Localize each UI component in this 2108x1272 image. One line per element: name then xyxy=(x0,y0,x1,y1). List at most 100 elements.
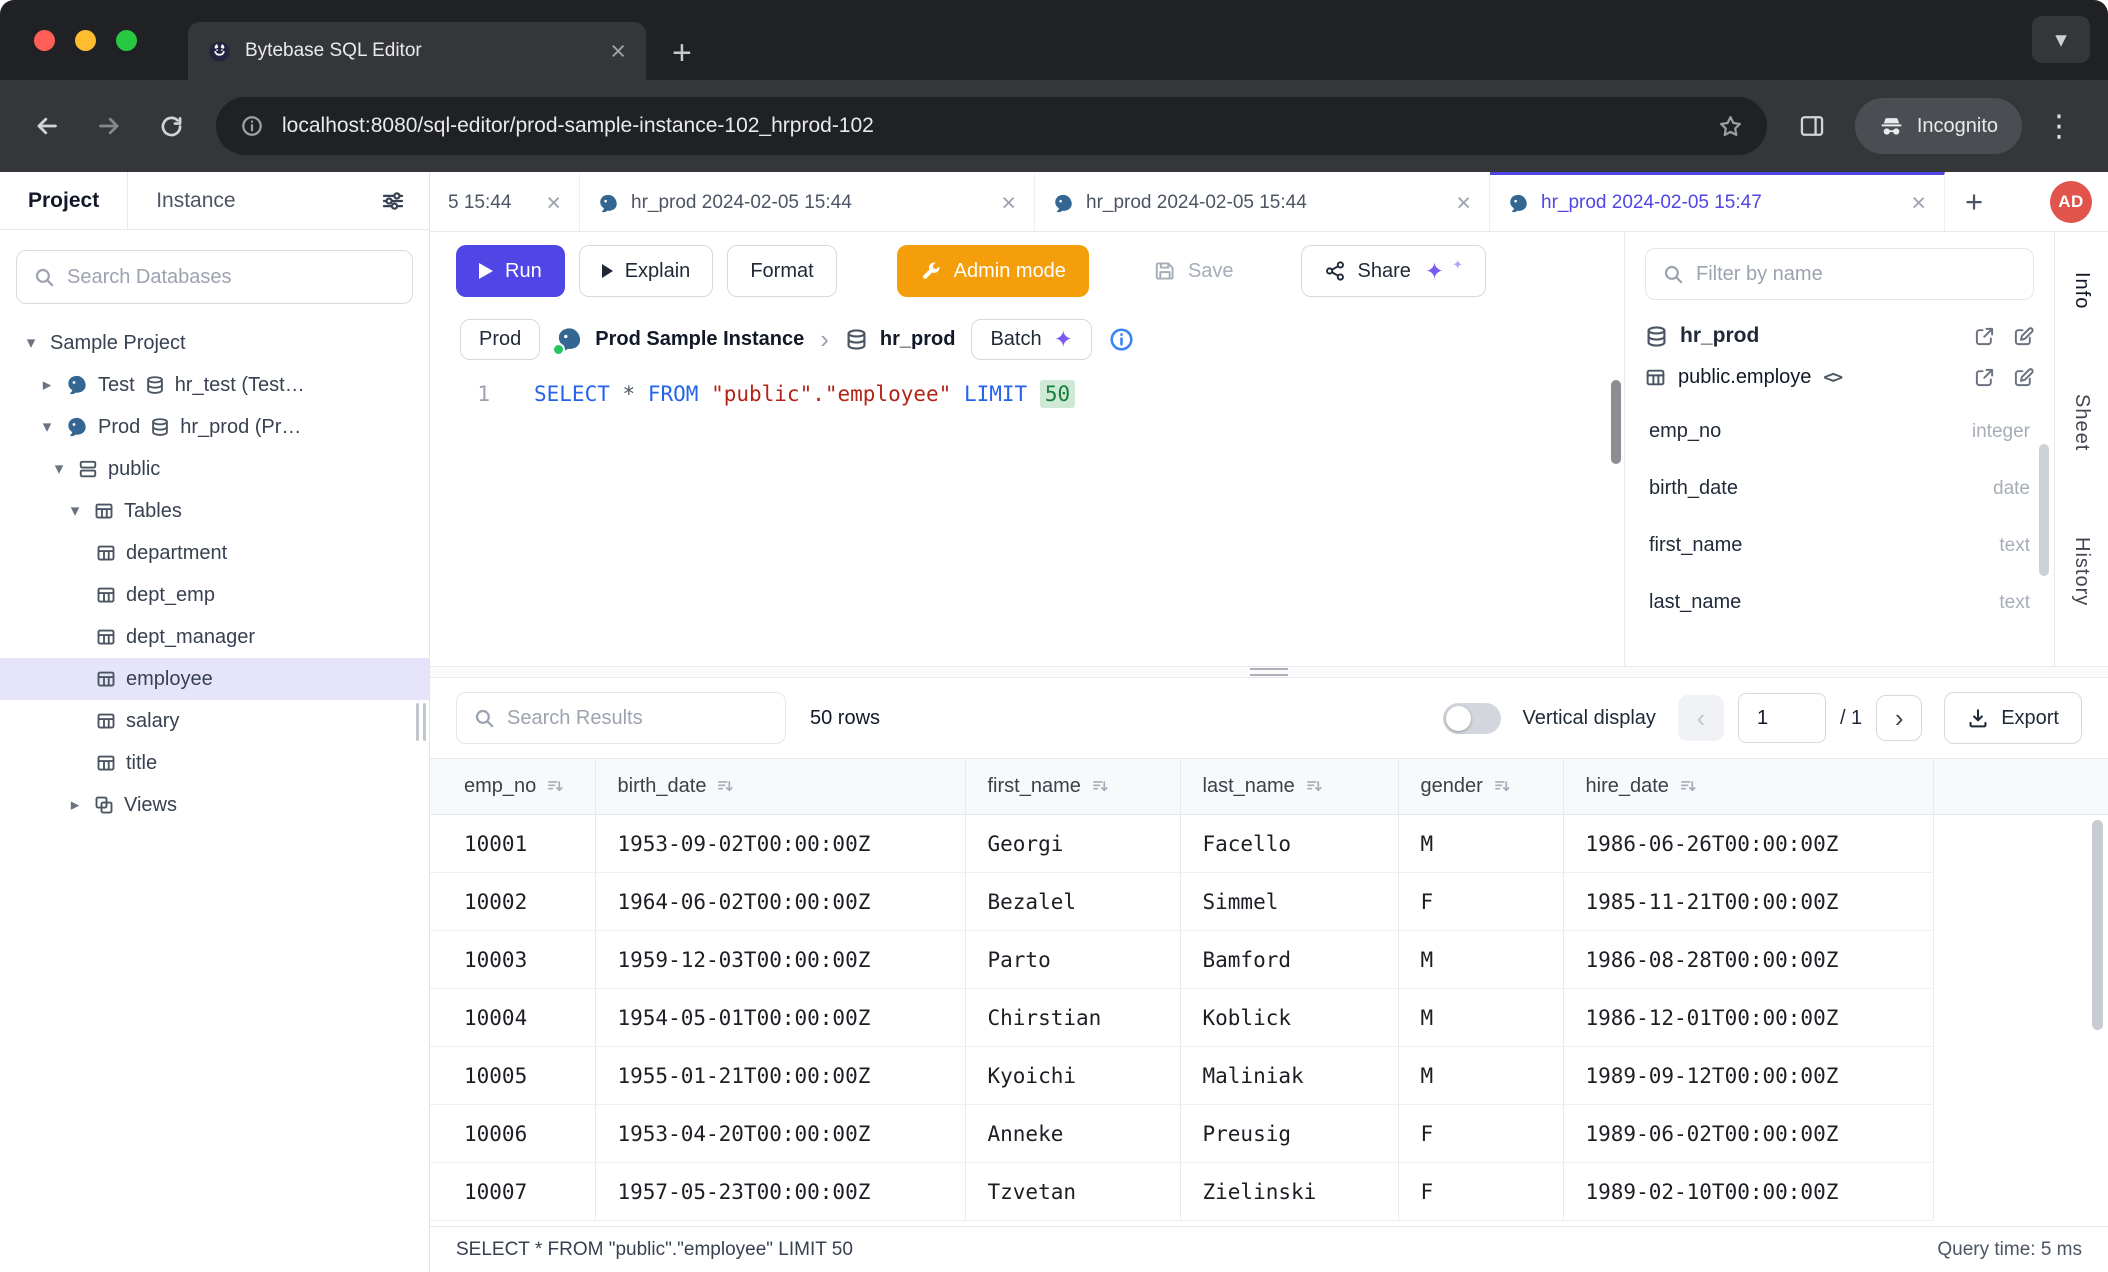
cell-last_name[interactable]: Bamford xyxy=(1180,931,1398,989)
cell-emp_no[interactable]: 10004 xyxy=(430,989,595,1047)
info-icon[interactable] xyxy=(1108,326,1135,353)
environment-chip[interactable]: Prod xyxy=(460,319,540,360)
save-button[interactable]: Save xyxy=(1131,245,1257,297)
sort-icon[interactable] xyxy=(1091,777,1109,795)
vertical-display-toggle[interactable] xyxy=(1443,703,1501,734)
window-zoom-button[interactable] xyxy=(116,30,137,51)
close-tab-icon[interactable]: × xyxy=(610,38,626,65)
cell-emp_no[interactable]: 10003 xyxy=(430,931,595,989)
tab-history[interactable]: History xyxy=(2070,537,2093,606)
tree-item-table-dept-emp[interactable]: dept_emp xyxy=(0,574,429,616)
cell-birth_date[interactable]: 1959-12-03T00:00:00Z xyxy=(595,931,965,989)
browser-tab[interactable]: Bytebase SQL Editor × xyxy=(188,22,646,80)
sort-icon[interactable] xyxy=(1679,777,1697,795)
cell-emp_no[interactable]: 10006 xyxy=(430,1105,595,1163)
window-close-button[interactable] xyxy=(34,30,55,51)
column-row[interactable]: emp_no integer xyxy=(1645,403,2034,460)
sort-icon[interactable] xyxy=(1305,777,1323,795)
tree-item-tables-group[interactable]: ▾ Tables xyxy=(0,490,429,532)
forward-button[interactable] xyxy=(82,99,136,153)
bookmark-star-icon[interactable] xyxy=(1718,114,1743,139)
cell-first_name[interactable]: Bezalel xyxy=(965,873,1180,931)
external-link-icon[interactable] xyxy=(1974,326,1995,347)
cell-last_name[interactable]: Zielinski xyxy=(1180,1163,1398,1221)
page-input[interactable] xyxy=(1738,693,1826,743)
admin-mode-button[interactable]: Admin mode xyxy=(897,245,1089,297)
tree-item-table-title[interactable]: title xyxy=(0,742,429,784)
tab-project[interactable]: Project xyxy=(0,172,128,229)
cell-gender[interactable]: M xyxy=(1398,815,1563,873)
column-row[interactable]: last_name text xyxy=(1645,574,2034,631)
caret-down-icon[interactable]: ▾ xyxy=(38,417,56,437)
filter-settings-icon[interactable] xyxy=(381,172,429,229)
cell-gender[interactable]: M xyxy=(1398,1047,1563,1105)
tab-sheet[interactable]: Sheet xyxy=(2070,394,2093,451)
url-bar[interactable]: localhost:8080/sql-editor/prod-sample-in… xyxy=(216,97,1767,155)
browser-menu-button[interactable]: ⋮ xyxy=(2030,109,2088,144)
edit-icon[interactable] xyxy=(2013,326,2034,347)
column-row[interactable]: first_name text xyxy=(1645,517,2034,574)
results-scrollbar[interactable] xyxy=(2092,820,2103,1030)
edit-icon[interactable] xyxy=(2013,367,2034,388)
cell-gender[interactable]: M xyxy=(1398,931,1563,989)
close-icon[interactable]: × xyxy=(1456,191,1471,216)
instance-breadcrumb[interactable]: Prod Sample Instance xyxy=(556,326,804,353)
close-icon[interactable]: × xyxy=(1911,191,1926,216)
tree-item-views-group[interactable]: ▸ Views xyxy=(0,784,429,826)
tree-item-sample-project[interactable]: ▾ Sample Project xyxy=(0,322,429,364)
tree-item-table-dept-manager[interactable]: dept_manager xyxy=(0,616,429,658)
sheet-tab-4-active[interactable]: hr_prod 2024-02-05 15:47 × xyxy=(1490,172,1945,231)
side-panel-icon[interactable] xyxy=(1785,99,1839,153)
filter-by-name-input[interactable] xyxy=(1696,263,2017,286)
cell-first_name[interactable]: Parto xyxy=(965,931,1180,989)
tree-item-schema-public[interactable]: ▾ public xyxy=(0,448,429,490)
close-icon[interactable]: × xyxy=(1001,191,1016,216)
cell-emp_no[interactable]: 10007 xyxy=(430,1163,595,1221)
tab-instance[interactable]: Instance xyxy=(128,172,263,229)
column-header-emp-no[interactable]: emp_no xyxy=(430,759,595,815)
reload-button[interactable] xyxy=(144,99,198,153)
export-button[interactable]: Export xyxy=(1944,692,2082,744)
tree-item-table-salary[interactable]: salary xyxy=(0,700,429,742)
sheet-tab-2[interactable]: hr_prod 2024-02-05 15:44 × xyxy=(580,172,1035,231)
cell-birth_date[interactable]: 1953-09-02T00:00:00Z xyxy=(595,815,965,873)
external-link-icon[interactable] xyxy=(1974,367,1995,388)
caret-right-icon[interactable]: ▸ xyxy=(38,375,56,395)
cell-last_name[interactable]: Facello xyxy=(1180,815,1398,873)
close-icon[interactable]: × xyxy=(546,191,561,216)
cell-hire_date[interactable]: 1989-09-12T00:00:00Z xyxy=(1563,1047,1933,1105)
column-header-gender[interactable]: gender xyxy=(1398,759,1563,815)
schema-scrollbar[interactable] xyxy=(2039,444,2049,576)
sheet-tab-3[interactable]: hr_prod 2024-02-05 15:44 × xyxy=(1035,172,1490,231)
sidebar-resize-handle[interactable] xyxy=(416,703,426,741)
cell-emp_no[interactable]: 10002 xyxy=(430,873,595,931)
cell-first_name[interactable]: Anneke xyxy=(965,1105,1180,1163)
cell-emp_no[interactable]: 10005 xyxy=(430,1047,595,1105)
next-page-button[interactable]: › xyxy=(1876,695,1922,741)
cell-gender[interactable]: F xyxy=(1398,1163,1563,1221)
batch-button[interactable]: Batch ✦ xyxy=(971,319,1091,360)
cell-hire_date[interactable]: 1989-06-02T00:00:00Z xyxy=(1563,1105,1933,1163)
cell-first_name[interactable]: Tzvetan xyxy=(965,1163,1180,1221)
caret-down-icon[interactable]: ▾ xyxy=(66,501,84,521)
sort-icon[interactable] xyxy=(716,777,734,795)
cell-hire_date[interactable]: 1985-11-21T00:00:00Z xyxy=(1563,873,1933,931)
new-sheet-button[interactable]: + xyxy=(1945,172,2003,231)
cell-gender[interactable]: M xyxy=(1398,989,1563,1047)
cell-gender[interactable]: F xyxy=(1398,873,1563,931)
caret-right-icon[interactable]: ▸ xyxy=(66,795,84,815)
column-header-last-name[interactable]: last_name xyxy=(1180,759,1398,815)
cell-gender[interactable]: F xyxy=(1398,1105,1563,1163)
format-button[interactable]: Format xyxy=(727,245,836,297)
caret-down-icon[interactable]: ▾ xyxy=(22,333,40,353)
tree-item-test-instance[interactable]: ▸ Test hr_test (Test… xyxy=(0,364,429,406)
caret-down-icon[interactable]: ▾ xyxy=(50,459,68,479)
cell-hire_date[interactable]: 1986-12-01T00:00:00Z xyxy=(1563,989,1933,1047)
search-results-input[interactable] xyxy=(507,707,772,730)
cell-last_name[interactable]: Koblick xyxy=(1180,989,1398,1047)
sort-icon[interactable] xyxy=(1493,777,1511,795)
cell-birth_date[interactable]: 1964-06-02T00:00:00Z xyxy=(595,873,965,931)
cell-hire_date[interactable]: 1986-08-28T00:00:00Z xyxy=(1563,931,1933,989)
tree-item-table-employee[interactable]: employee xyxy=(0,658,429,700)
site-info-icon[interactable] xyxy=(240,114,264,138)
